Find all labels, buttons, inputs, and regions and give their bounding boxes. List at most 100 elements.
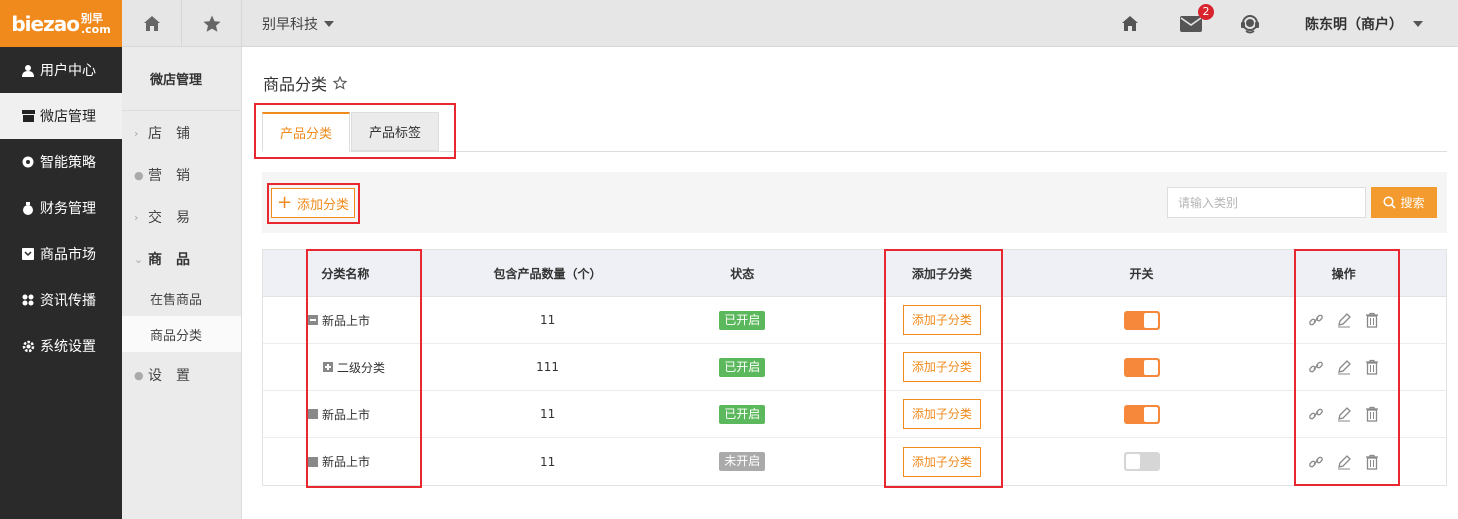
- subnav-item-settings[interactable]: ● 设 置: [122, 354, 241, 396]
- category-name: 新品上市: [308, 312, 453, 329]
- edit-pencil-icon[interactable]: [1336, 312, 1352, 328]
- mail-button[interactable]: 2: [1180, 0, 1214, 47]
- plus-icon: +: [276, 192, 293, 213]
- edit-pencil-icon[interactable]: [1336, 406, 1352, 422]
- table-row: 新品上市 11 已开启 添加子分类: [263, 297, 1446, 344]
- add-category-button[interactable]: + 添加分类: [271, 188, 355, 218]
- sidebar-item-settings[interactable]: 系统设置: [0, 323, 122, 369]
- subnav-leaf-on-sale[interactable]: 在售商品: [122, 280, 241, 316]
- subnav-item-label: 营 销: [148, 168, 190, 184]
- trash-icon[interactable]: [1364, 312, 1380, 328]
- main-content: 商品分类 产品分类 产品标签 + 添加分类 搜索 分类名称 包含产品数量（个） …: [242, 47, 1458, 519]
- add-category-label: 添加分类: [297, 197, 350, 213]
- subnav-item-store[interactable]: › 店 铺: [122, 112, 241, 154]
- subnav-item-label: 设 置: [148, 368, 190, 384]
- sidebar-item-shop-management[interactable]: 微店管理: [0, 93, 122, 139]
- sidebar-item-user-center[interactable]: 用户中心: [0, 47, 122, 93]
- status-badge: 已开启: [719, 357, 766, 377]
- subnav-item-label: 交 易: [148, 210, 190, 226]
- chevron-down-icon: [324, 20, 334, 27]
- trash-icon[interactable]: [1364, 406, 1380, 422]
- square-icon: [308, 456, 318, 467]
- search-input[interactable]: [1167, 187, 1366, 218]
- add-subcategory-button[interactable]: 添加子分类: [902, 305, 981, 335]
- home-button[interactable]: [1120, 0, 1140, 47]
- add-subcategory-button[interactable]: 添加子分类: [902, 352, 981, 382]
- dot-icon: ●: [134, 168, 144, 182]
- sidebar-item-finance[interactable]: 财务管理: [0, 185, 122, 231]
- column-header-switch: 开关: [1129, 266, 1154, 281]
- star-outline-icon[interactable]: [333, 76, 348, 90]
- link-icon[interactable]: [1308, 312, 1324, 328]
- market-icon: [21, 247, 35, 261]
- product-count: 11: [539, 407, 556, 421]
- table-row: 新品上市 11 未开启 添加子分类: [263, 438, 1446, 485]
- support-button[interactable]: [1239, 0, 1261, 47]
- add-subcategory-button[interactable]: 添加子分类: [902, 446, 981, 477]
- chevron-right-icon: ›: [134, 210, 139, 224]
- sub-sidebar: 微店管理 › 店 铺 ● 营 销 › 交 易 ⌄ 商 品 在售商品 商品分类 ●…: [122, 47, 242, 519]
- subnav-leaf-category[interactable]: 商品分类: [122, 316, 241, 352]
- sidebar-item-market[interactable]: 商品市场: [0, 231, 122, 277]
- category-name: 新品上市: [308, 453, 453, 470]
- product-count: 111: [536, 360, 560, 374]
- sidebar-item-label: 财务管理: [40, 201, 96, 217]
- subnav-item-goods[interactable]: ⌄ 商 品: [122, 238, 241, 280]
- subnav-item-trade[interactable]: › 交 易: [122, 196, 241, 238]
- sidebar-item-smart-strategy[interactable]: 智能策略: [0, 139, 122, 185]
- switch-toggle[interactable]: [1123, 310, 1160, 330]
- gear-icon: [21, 339, 35, 353]
- dot-icon: ●: [134, 368, 144, 382]
- switch-toggle[interactable]: [1123, 357, 1160, 377]
- logo-cn: 别早 .com: [81, 13, 111, 35]
- subnav-item-marketing[interactable]: ● 营 销: [122, 154, 241, 196]
- category-table: 分类名称 包含产品数量（个） 状态 添加子分类 开关 操作 新品上市 11 已开…: [262, 249, 1447, 486]
- user-name: 陈东明（商户）: [1305, 16, 1403, 33]
- category-name-text: 新品上市: [322, 313, 371, 328]
- link-icon[interactable]: [1308, 359, 1324, 375]
- subnav-item-label: 店 铺: [148, 126, 190, 142]
- sidebar-item-label: 用户中心: [40, 63, 96, 79]
- sidebar-item-label: 微店管理: [40, 109, 96, 125]
- tab-product-category[interactable]: 产品分类: [262, 112, 350, 152]
- company-selector[interactable]: 别早科技: [242, 0, 334, 47]
- tab-product-tags[interactable]: 产品标签: [351, 112, 439, 151]
- toggle-knob: [1143, 312, 1158, 328]
- collapse-icon[interactable]: [308, 315, 318, 325]
- edit-pencil-icon[interactable]: [1336, 359, 1352, 375]
- add-subcategory-button[interactable]: 添加子分类: [902, 399, 981, 429]
- trash-icon[interactable]: [1364, 359, 1380, 375]
- edit-pencil-icon[interactable]: [1336, 454, 1352, 470]
- mail-icon: [1180, 15, 1202, 32]
- search-button-label: 搜索: [1400, 196, 1425, 210]
- home-nav-button[interactable]: [122, 0, 182, 47]
- expand-icon[interactable]: [323, 362, 333, 372]
- brand-logo[interactable]: biezao 别早 .com: [0, 0, 122, 47]
- home-icon: [1120, 14, 1140, 34]
- switch-toggle[interactable]: [1123, 404, 1160, 424]
- category-name: 二级分类: [323, 359, 453, 376]
- table-row: 新品上市 11 已开启 添加子分类: [263, 391, 1446, 438]
- search-icon: [1383, 196, 1397, 209]
- status-badge: 未开启: [719, 452, 766, 471]
- user-menu[interactable]: 陈东明（商户）: [1305, 0, 1423, 47]
- news-icon: [21, 293, 35, 307]
- chevron-down-icon: [1413, 20, 1423, 27]
- logo-sub-text: .com: [80, 22, 111, 36]
- category-name-text: 新品上市: [322, 455, 371, 469]
- tab-bar: 产品分类 产品标签: [262, 112, 1447, 152]
- sidebar-item-news[interactable]: 资讯传播: [0, 277, 122, 323]
- search-button[interactable]: 搜索: [1371, 187, 1437, 218]
- category-name: 新品上市: [308, 406, 453, 423]
- square-icon: [308, 409, 318, 419]
- main-sidebar: 用户中心 微店管理 智能策略 财务管理 商品市场 资讯传播 系统设置: [0, 47, 122, 519]
- shop-icon: [21, 109, 35, 123]
- link-icon[interactable]: [1308, 454, 1324, 470]
- column-header-add-sub: 添加子分类: [911, 266, 972, 281]
- sidebar-item-label: 资讯传播: [40, 293, 96, 309]
- trash-icon[interactable]: [1364, 454, 1380, 470]
- column-header-count: 包含产品数量（个）: [493, 266, 602, 281]
- link-icon[interactable]: [1308, 406, 1324, 422]
- switch-toggle[interactable]: [1123, 452, 1160, 471]
- favorites-button[interactable]: [182, 0, 242, 47]
